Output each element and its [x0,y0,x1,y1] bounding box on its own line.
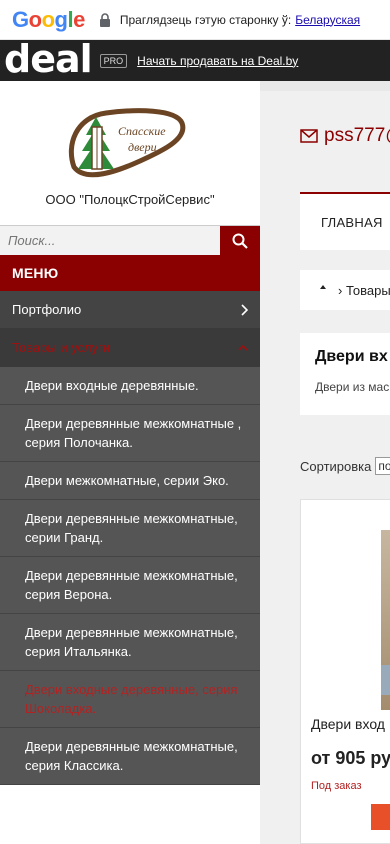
search-bar [0,225,260,255]
nav-home[interactable]: ГЛАВНАЯ [300,192,390,250]
search-button[interactable] [220,226,260,255]
category-description: Двери из мас [315,380,390,394]
product-image-detail [381,665,390,695]
sidebar: Спасские двери ООО "ПолоцкСтройСервис" М… [0,81,260,844]
breadcrumb: › Товары [300,270,390,310]
category-card: Двери вх Двери из мас [300,333,390,415]
submenu-item-active[interactable]: Двери входные деревянные, серия Шоколадк… [0,671,260,728]
breadcrumb-separator: › [338,282,343,298]
pro-badge: PRO [99,53,128,68]
submenu-item[interactable]: Двери деревянные межкомнатные, серия Кла… [0,728,260,785]
sort-label: Сортировка [300,458,372,474]
main-content: pss777@ ГЛАВНАЯ › Товары Двери вх Двери … [260,81,390,844]
sidebar-item-goods[interactable]: Товары и услуги [0,329,260,367]
sort-select[interactable]: по [375,457,390,475]
sidebar-item-portfolio[interactable]: Портфолио [0,291,260,329]
logo-text-1: Спасские [118,124,166,138]
screen: Google Праглядзець гэтую старонку ў: Бел… [0,0,390,844]
category-title: Двери вх [315,348,388,365]
submenu-item[interactable]: Двери деревянные межкомнатные, серия Ита… [0,614,260,671]
company-logo[interactable]: Спасские двери [66,105,186,185]
company-name: ООО "ПолоцкСтройСервис" [45,192,215,207]
mail-icon [300,129,318,143]
contact-email-text: pss777@ [324,125,390,146]
chevron-right-icon [241,303,248,316]
lock-icon [99,12,111,27]
sidebar-item-label: Портфолио [12,302,82,317]
top-strip [260,81,390,91]
submenu-item[interactable]: Двери межкомнатные, серии Эко. [0,462,260,500]
product-stock-status: Под заказ [311,780,362,792]
submenu-item[interactable]: Двери входные деревянные. [0,367,260,405]
home-icon[interactable] [316,283,330,297]
logo-area: Спасские двери ООО "ПолоцкСтройСервис" [0,81,260,225]
submenu-item[interactable]: Двери деревянные межкомнатные, серии Гра… [0,500,260,557]
sidebar-item-label: Товары и услуги [12,340,111,355]
translate-bar: Google Праглядзець гэтую старонку ў: Бел… [0,0,390,40]
menu-header[interactable]: МЕНЮ [0,255,260,291]
search-input[interactable] [0,226,220,255]
google-logo: Google [12,6,85,32]
search-icon [232,233,248,249]
deal-bar: deal PRO Начать продавать на Deal.by [0,40,390,81]
translate-language-link[interactable]: Беларуская [295,13,360,27]
deal-logo[interactable]: deal [4,40,93,78]
translate-message: Праглядзець гэтую старонку ў: [119,12,292,27]
logo-text-2: двери [128,140,157,154]
submenu-item[interactable]: Двери деревянные межкомнатные , серия По… [0,405,260,462]
chevron-up-icon [238,344,248,351]
buy-button[interactable] [371,804,390,830]
submenu-item[interactable]: Двери деревянные межкомнатные, серия Вер… [0,557,260,614]
breadcrumb-item[interactable]: Товары [346,283,390,298]
contact-email[interactable]: pss777@ [300,125,390,147]
start-selling-link[interactable]: Начать продавать на Deal.by [137,54,298,68]
product-name[interactable]: Двери вход [311,716,385,732]
sort-control: Сортировка по [300,457,390,475]
product-card[interactable]: Двери вход от 905 ру Под заказ [300,499,390,844]
product-price: от 905 ру [311,748,390,768]
